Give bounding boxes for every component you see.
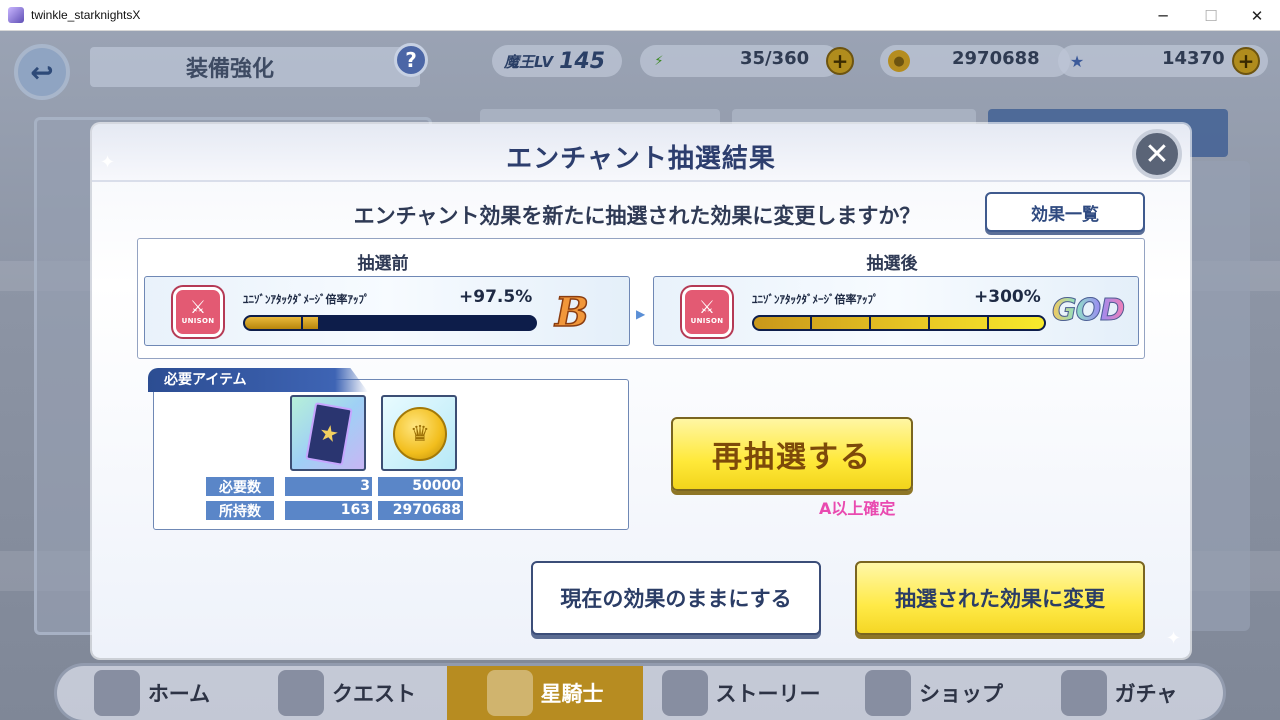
nav-quest[interactable]: クエスト [247, 666, 447, 720]
owned-count-label: 所持数 [206, 501, 274, 520]
close-window-button[interactable]: ✕ [1234, 0, 1280, 31]
star-icon: ★ [1069, 51, 1085, 71]
coin-icon: ● [888, 50, 910, 72]
confirm-question: エンチャント効果を新たに抽選された効果に変更しますか？ [353, 204, 921, 228]
after-effect-card: ⚔ UNISON ﾕﾆｿﾞﾝｱﾀｯｸﾀﾞﾒｰｼﾞ倍率ｱｯﾌﾟ +300% GOD [653, 276, 1139, 346]
player-level-bar: 魔王LV 145 [492, 45, 622, 77]
star-plus-button[interactable]: + [1232, 47, 1260, 75]
lightning-icon: ⚡ [654, 53, 664, 69]
home-icon [93, 670, 140, 716]
required-count-label: 必要数 [206, 477, 274, 496]
reroll-guarantee-note: A以上確定 [819, 499, 896, 518]
unison-sword-icon: ⚔ UNISON [682, 287, 732, 337]
stamina-value: 35/360 [740, 48, 810, 69]
bottom-navigation: ホーム クエスト 星騎士 ストーリー ショップ ガチャ [54, 663, 1226, 720]
screen-title: 装備強化 [90, 47, 420, 87]
before-effect-gauge [243, 315, 537, 331]
nav-gacha[interactable]: ガチャ [1029, 666, 1209, 720]
shop-icon [865, 670, 911, 716]
after-effect-gauge [752, 315, 1046, 331]
nav-home-label: ホーム [147, 682, 211, 706]
gauge-fill [754, 317, 1044, 329]
keep-current-effect-button[interactable]: 現在の効果のままにする [531, 561, 821, 635]
nav-shop[interactable]: ショップ [839, 666, 1029, 720]
reroll-button[interactable]: 再抽選する [671, 417, 913, 491]
nav-shop-label: ショップ [919, 682, 1003, 706]
dialog-close-button[interactable]: ✕ [1132, 129, 1182, 179]
before-effect-name: ﾕﾆｿﾞﾝｱﾀｯｸﾀﾞﾒｰｼﾞ倍率ｱｯﾌﾟ [243, 293, 370, 306]
maximize-button[interactable]: ☐ [1188, 0, 1234, 31]
window-titlebar: twinkle_starknightsX ─ ☐ ✕ [0, 0, 1280, 31]
apply-new-effect-button[interactable]: 抽選された効果に変更 [855, 561, 1145, 635]
nav-quest-label: クエスト [332, 682, 416, 706]
after-label: 抽選後 [866, 254, 918, 274]
back-button[interactable]: ↩ [14, 44, 70, 100]
close-icon: ✕ [1144, 136, 1170, 172]
coin-icon: ♛ [393, 407, 447, 461]
before-label: 抽選前 [357, 254, 409, 274]
coin-required: 50000 [378, 477, 463, 496]
before-effect-card: ⚔ UNISON ﾕﾆｿﾞﾝｱﾀｯｸﾀﾞﾒｰｼﾞ倍率ｱｯﾌﾟ +97.5% B [144, 276, 630, 346]
enchant-result-dialog: ✦ ✦ エンチャント抽選結果 ✕ エンチャント効果を新たに抽選された効果に変更し… [92, 124, 1190, 658]
nav-home[interactable]: ホーム [57, 666, 247, 720]
level-label: 魔王LV [504, 52, 554, 71]
level-value: 145 [559, 48, 606, 74]
ticket-required: 3 [285, 477, 372, 496]
nav-story-label: ストーリー [715, 682, 821, 706]
gauge-fill [245, 317, 318, 329]
gacha-card-icon [1060, 670, 1107, 716]
help-button[interactable]: ? [394, 43, 428, 77]
nav-star-knight[interactable]: 星騎士 [447, 666, 643, 720]
nav-star-knight-label: 星騎士 [540, 682, 604, 706]
app-icon [8, 7, 24, 23]
effect-list-button[interactable]: 効果一覧 [985, 192, 1145, 232]
nav-gacha-label: ガチャ [1114, 682, 1178, 706]
story-book-icon [661, 670, 708, 716]
star-knight-icon [486, 670, 533, 716]
coin-item: ♛ [381, 395, 457, 471]
dialog-title: エンチャント抽選結果 [506, 144, 776, 174]
unison-sword-icon: ⚔ UNISON [173, 287, 223, 337]
before-effect-value: +97.5% [459, 287, 533, 307]
arrow-right-icon: ▶ [636, 307, 646, 321]
enchant-ticket-item: ★ [290, 395, 366, 471]
grade-god-badge: GOD [1051, 293, 1125, 329]
after-effect-name: ﾕﾆｿﾞﾝｱﾀｯｸﾀﾞﾒｰｼﾞ倍率ｱｯﾌﾟ [752, 293, 879, 306]
required-items-title: 必要アイテム [148, 368, 368, 392]
ticket-owned: 163 [285, 501, 372, 520]
minimize-button[interactable]: ─ [1140, 0, 1186, 31]
ticket-icon: ★ [305, 402, 353, 466]
star-value: 14370 [1162, 48, 1225, 69]
back-arrow-icon: ↩ [30, 55, 54, 89]
coin-value: 2970688 [952, 48, 1040, 69]
after-effect-value: +300% [974, 287, 1041, 307]
effect-compare-panel: 抽選前 抽選後 ⚔ UNISON ﾕﾆｿﾞﾝｱﾀｯｸﾀﾞﾒｰｼﾞ倍率ｱｯﾌﾟ +… [137, 238, 1145, 359]
coin-owned: 2970688 [378, 501, 463, 520]
stamina-plus-button[interactable]: + [826, 47, 854, 75]
nav-story[interactable]: ストーリー [643, 666, 839, 720]
quest-icon [278, 670, 324, 716]
sparkle-icon: ✦ [1166, 628, 1182, 649]
window-title: twinkle_starknightsX [31, 8, 141, 22]
grade-b-badge: B [554, 288, 589, 337]
